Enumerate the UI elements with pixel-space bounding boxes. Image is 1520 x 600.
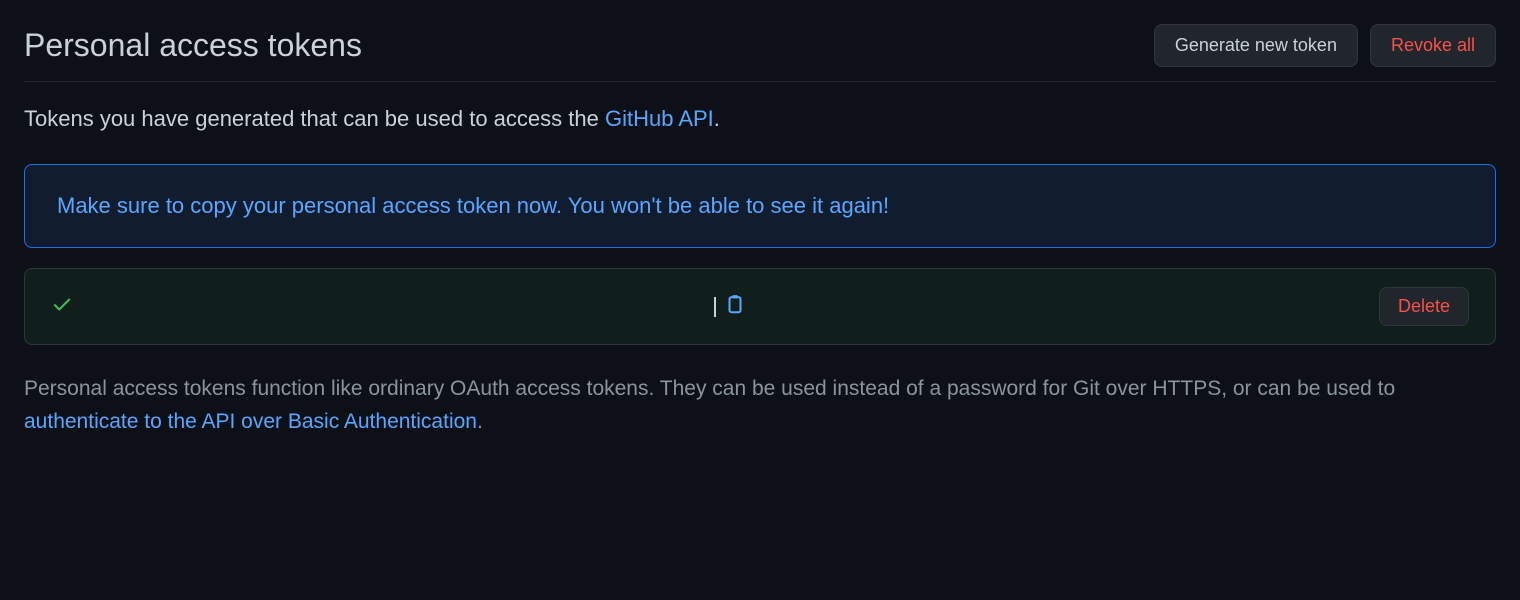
page-header: Personal access tokens Generate new toke… [24, 24, 1496, 82]
footer-paragraph: Personal access tokens function like ord… [24, 373, 1496, 438]
generate-new-token-button[interactable]: Generate new token [1154, 24, 1358, 67]
token-row: Delete [24, 268, 1496, 345]
revoke-all-button[interactable]: Revoke all [1370, 24, 1496, 67]
github-api-link[interactable]: GitHub API [605, 106, 714, 131]
basic-auth-link[interactable]: authenticate to the API over Basic Authe… [24, 410, 477, 433]
intro-paragraph: Tokens you have generated that can be us… [24, 106, 1496, 132]
intro-text-after: . [714, 106, 720, 131]
footer-text-before: Personal access tokens function like ord… [24, 377, 1395, 400]
text-cursor [714, 297, 716, 317]
footer-text-after: . [477, 410, 483, 433]
page-title: Personal access tokens [24, 27, 362, 64]
delete-token-button[interactable]: Delete [1379, 287, 1469, 326]
header-buttons: Generate new token Revoke all [1154, 24, 1496, 67]
clipboard-icon[interactable] [724, 293, 746, 320]
intro-text-before: Tokens you have generated that can be us… [24, 106, 605, 131]
copy-token-alert: Make sure to copy your personal access t… [24, 164, 1496, 248]
token-value [89, 293, 1363, 320]
alert-message: Make sure to copy your personal access t… [57, 193, 889, 218]
check-icon [51, 293, 73, 320]
